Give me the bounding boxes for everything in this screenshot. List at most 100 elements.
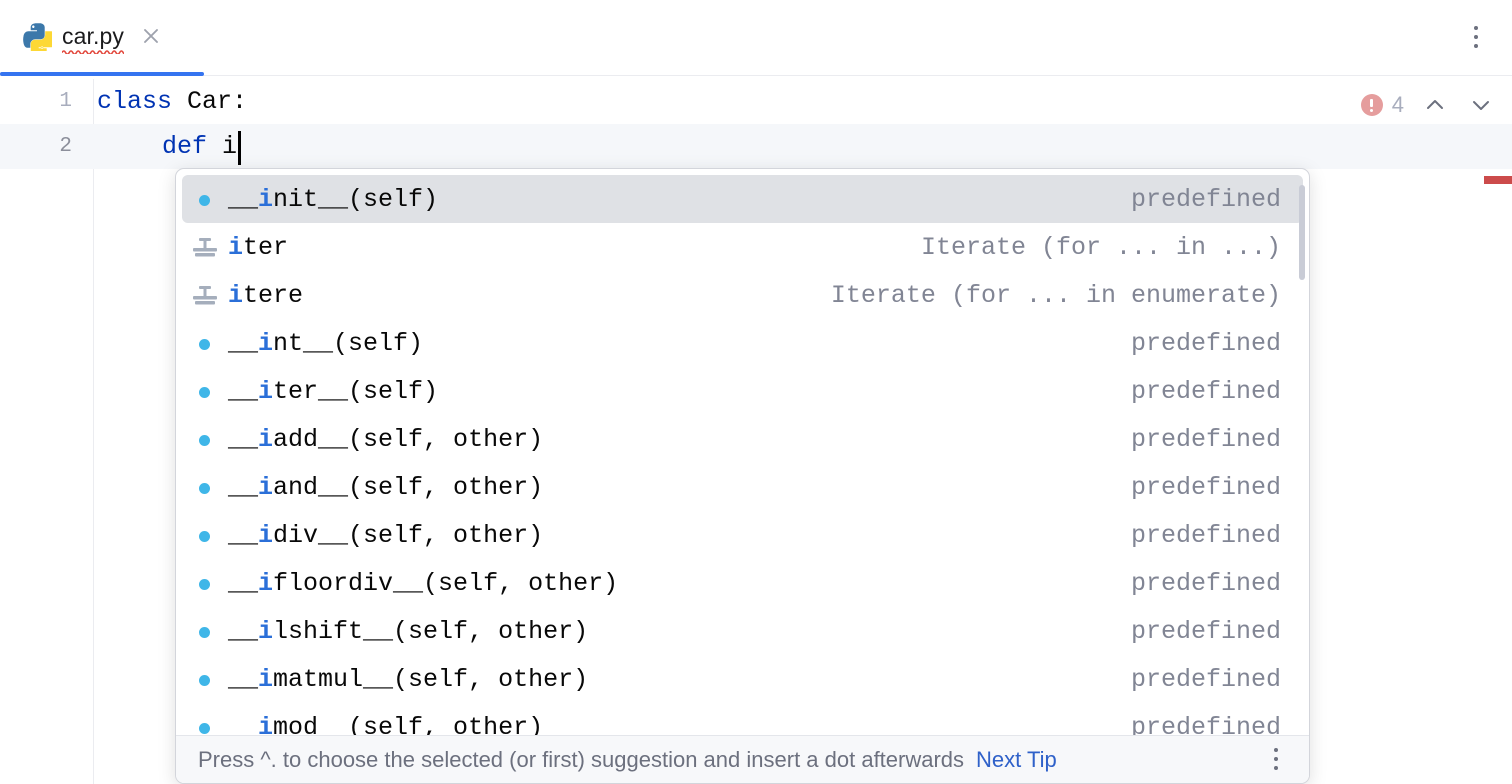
inspections-widget: 4	[1361, 90, 1496, 120]
completion-item-hint: predefined	[1131, 329, 1281, 358]
predefined-member-icon	[182, 463, 228, 511]
active-tab-indicator	[0, 72, 204, 76]
member-dot-icon	[199, 339, 210, 350]
error-stripe-marker[interactable]	[1484, 176, 1512, 184]
code-line-2: 2 def i	[0, 124, 1512, 169]
completion-footer: Press ^. to choose the selected (or firs…	[176, 735, 1309, 783]
more-vertical-icon[interactable]	[1465, 26, 1487, 50]
completion-item-label: __iand__(self, other)	[228, 473, 543, 502]
predefined-member-icon	[182, 655, 228, 703]
predefined-member-icon	[182, 511, 228, 559]
completion-item[interactable]: __ilshift__(self, other) predefined	[182, 607, 1303, 655]
completion-item-label: __ifloordiv__(self, other)	[228, 569, 618, 598]
completion-item-hint: predefined	[1131, 425, 1281, 454]
line-number: 2	[0, 124, 72, 169]
chevron-down-icon[interactable]	[1466, 90, 1496, 120]
error-count: 4	[1392, 92, 1404, 118]
predefined-member-icon	[182, 367, 228, 415]
completion-item-list[interactable]: __init__(self) predefined iter Iterate (for…	[176, 175, 1309, 735]
error-squiggle-icon	[208, 160, 228, 165]
completion-item-hint: predefined	[1131, 713, 1281, 736]
completion-item-label: __init__(self)	[228, 185, 438, 214]
predefined-member-icon	[182, 319, 228, 367]
completion-item-label: __iter__(self)	[228, 377, 438, 406]
completion-item[interactable]: __imod__(self, other) predefined	[182, 703, 1303, 735]
completion-item-label: __imod__(self, other)	[228, 713, 543, 736]
text-caret	[238, 131, 241, 165]
member-dot-icon	[199, 483, 210, 494]
completion-item-label: iter	[228, 233, 288, 262]
predefined-member-icon	[182, 607, 228, 655]
gutter-divider	[93, 79, 94, 784]
live-template-icon	[182, 271, 228, 319]
code-rest: i	[207, 132, 237, 161]
kebab-dot	[1474, 44, 1478, 48]
member-dot-icon	[199, 675, 210, 686]
member-dot-icon	[199, 531, 210, 542]
live-template-icon	[182, 223, 228, 271]
completion-tip-text: Press ^. to choose the selected (or firs…	[198, 747, 964, 773]
kebab-dot	[1474, 35, 1478, 39]
chevron-up-icon[interactable]	[1420, 90, 1450, 120]
completion-item-hint: predefined	[1131, 377, 1281, 406]
code-keyword: def	[162, 132, 207, 161]
completion-item[interactable]: __iter__(self) predefined	[182, 367, 1303, 415]
completion-item-hint: predefined	[1131, 569, 1281, 598]
member-dot-icon	[199, 195, 210, 206]
python-file-icon	[22, 21, 52, 51]
completion-item[interactable]: itere Iterate (for ... in enumerate)	[182, 271, 1303, 319]
close-icon[interactable]	[140, 25, 162, 47]
completion-item[interactable]: __iadd__(self, other) predefined	[182, 415, 1303, 463]
completion-item[interactable]: iter Iterate (for ... in ...)	[182, 223, 1303, 271]
member-dot-icon	[199, 723, 210, 734]
predefined-member-icon	[182, 175, 228, 223]
kebab-dot	[1274, 748, 1278, 752]
completion-item-hint: Iterate (for ... in ...)	[921, 233, 1281, 262]
completion-item-hint: predefined	[1131, 185, 1281, 214]
completion-item-hint: predefined	[1131, 665, 1281, 694]
completion-item[interactable]: __init__(self) predefined	[182, 175, 1303, 223]
kebab-dot	[1474, 26, 1478, 30]
member-dot-icon	[199, 579, 210, 590]
completion-item-hint: predefined	[1131, 617, 1281, 646]
predefined-member-icon	[182, 559, 228, 607]
editor-tab-bar: car.py	[0, 0, 1512, 79]
tab-title: car.py	[62, 23, 124, 49]
completion-item-label: __imatmul__(self, other)	[228, 665, 588, 694]
error-circle-icon	[1361, 94, 1383, 116]
completion-item-label: itere	[228, 281, 303, 310]
completion-item[interactable]: __ifloordiv__(self, other) predefined	[182, 559, 1303, 607]
scrollbar-thumb[interactable]	[1299, 185, 1305, 280]
more-vertical-icon[interactable]	[1265, 748, 1287, 772]
next-tip-link[interactable]: Next Tip	[976, 747, 1057, 773]
code-rest: Car:	[172, 87, 247, 116]
code-line-1: 1 class Car:	[0, 79, 1512, 124]
completion-item-label: __idiv__(self, other)	[228, 521, 543, 550]
member-dot-icon	[199, 435, 210, 446]
completion-item-hint: predefined	[1131, 473, 1281, 502]
spellcheck-squiggle-icon	[62, 49, 124, 54]
tab-title-wrapper: car.py	[62, 23, 124, 49]
completion-scrollbar[interactable]	[1299, 175, 1308, 735]
completion-item-hint: predefined	[1131, 521, 1281, 550]
completion-item[interactable]: __idiv__(self, other) predefined	[182, 511, 1303, 559]
completion-item-label: __ilshift__(self, other)	[228, 617, 588, 646]
kebab-dot	[1274, 766, 1278, 770]
predefined-member-icon	[182, 703, 228, 735]
error-squiggle-icon	[243, 160, 259, 165]
completion-item-hint: Iterate (for ... in enumerate)	[831, 281, 1281, 310]
line-number: 1	[0, 79, 72, 124]
code-completion-popup: __init__(self) predefined iter Iterate (for…	[175, 168, 1310, 784]
predefined-member-icon	[182, 415, 228, 463]
completion-item[interactable]: __imatmul__(self, other) predefined	[182, 655, 1303, 703]
completion-item-label: __iadd__(self, other)	[228, 425, 543, 454]
member-dot-icon	[199, 387, 210, 398]
member-dot-icon	[199, 627, 210, 638]
completion-item[interactable]: __iand__(self, other) predefined	[182, 463, 1303, 511]
pycharm-editor-window: car.py 1 class	[0, 0, 1512, 784]
tab-bar-divider	[0, 75, 1512, 76]
completion-item[interactable]: __int__(self)predefined	[182, 319, 1303, 367]
code-keyword: class	[97, 87, 172, 116]
editor-tab-car-py[interactable]: car.py	[0, 0, 204, 72]
code-text-line-1: class Car:	[97, 79, 247, 124]
